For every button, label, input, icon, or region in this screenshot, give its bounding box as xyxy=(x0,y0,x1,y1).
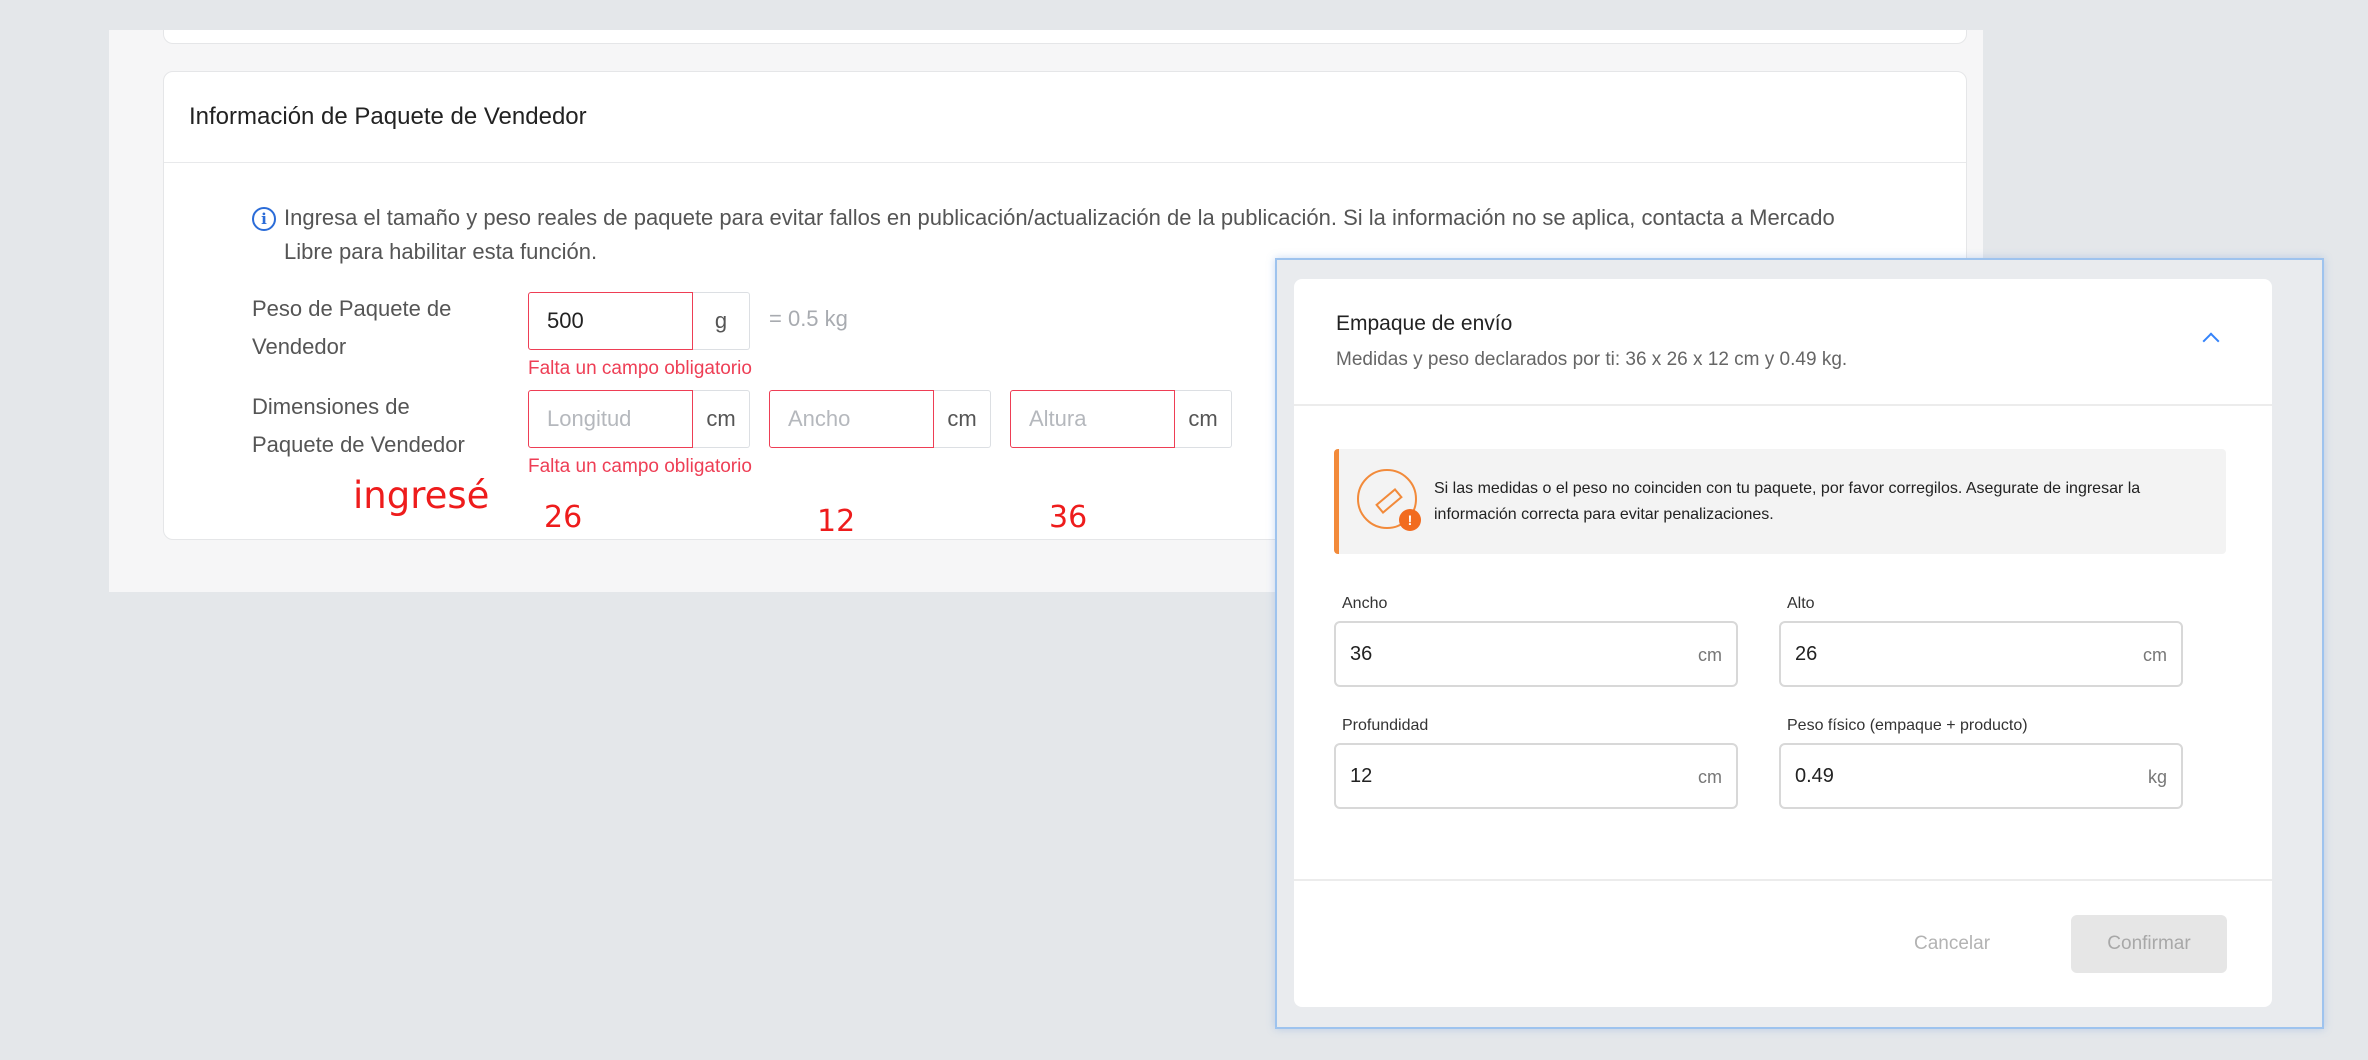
weight-input[interactable]: 500 xyxy=(528,292,693,350)
modal-height-field[interactable]: 26 cm xyxy=(1779,621,2183,687)
modal-depth-value[interactable]: 12 xyxy=(1350,765,1372,788)
confirm-button[interactable]: Confirmar xyxy=(2071,915,2227,973)
cancel-button[interactable]: Cancelar xyxy=(1914,933,1990,955)
modal-footer: Cancelar Confirmar xyxy=(1294,879,2272,1007)
height-input[interactable]: Altura xyxy=(1010,390,1175,448)
annotation-length-value: 26 xyxy=(544,500,583,535)
modal-width-value[interactable]: 36 xyxy=(1350,643,1372,666)
modal-height-label: Alto xyxy=(1787,595,1821,613)
card-header: Información de Paquete de Vendedor xyxy=(164,72,1966,163)
previous-section-card xyxy=(163,30,1967,44)
annotation-entered: ingresé xyxy=(353,474,490,517)
modal-height-unit: cm xyxy=(2143,645,2167,665)
warning-alert: ! Si las medidas o el peso no coinciden … xyxy=(1334,449,2226,554)
height-unit: cm xyxy=(1175,390,1232,448)
modal-weight-label: Peso físico (empaque + producto) xyxy=(1787,717,2034,735)
weight-conversion: = 0.5 kg xyxy=(769,306,848,331)
modal-title: Empaque de envío xyxy=(1336,312,1513,335)
shipping-package-modal: Empaque de envío Medidas y peso declarad… xyxy=(1294,279,2272,1007)
modal-depth-unit: cm xyxy=(1698,767,1722,787)
modal-width-field[interactable]: 36 cm xyxy=(1334,621,1738,687)
modal-depth-label: Profundidad xyxy=(1342,717,1435,735)
length-unit: cm xyxy=(693,390,750,448)
length-field[interactable]: Longitud cm xyxy=(528,390,750,448)
warning-alert-text: Si las medidas o el peso no coinciden co… xyxy=(1434,480,2141,523)
width-field[interactable]: Ancho cm xyxy=(769,390,991,448)
width-unit: cm xyxy=(934,390,991,448)
modal-width-label: Ancho xyxy=(1342,595,1394,613)
height-field[interactable]: Altura cm xyxy=(1010,390,1232,448)
modal-weight-value[interactable]: 0.49 xyxy=(1795,765,1834,788)
modal-subtitle: Medidas y peso declarados por ti: 36 x 2… xyxy=(1336,349,1848,370)
modal-weight-field[interactable]: 0.49 kg xyxy=(1779,743,2183,809)
length-input[interactable]: Longitud xyxy=(528,390,693,448)
weight-field[interactable]: 500 g xyxy=(528,292,750,350)
weight-error: Falta un campo obligatorio xyxy=(528,358,752,379)
annotation-height-value: 36 xyxy=(1049,500,1088,535)
info-icon: i xyxy=(252,207,276,231)
weight-label: Peso de Paquete de Vendedor xyxy=(252,296,452,359)
modal-width-unit: cm xyxy=(1698,645,1722,665)
modal-depth-field[interactable]: 12 cm xyxy=(1334,743,1738,809)
modal-height-value[interactable]: 26 xyxy=(1795,643,1817,666)
shipping-package-window: Empaque de envío Medidas y peso declarad… xyxy=(1275,258,2324,1029)
ruler-warning-icon: ! xyxy=(1357,469,1421,531)
modal-header[interactable]: Empaque de envío Medidas y peso declarad… xyxy=(1294,279,2272,406)
annotation-width-value: 12 xyxy=(817,504,856,539)
modal-weight-unit: kg xyxy=(2147,767,2167,787)
width-input[interactable]: Ancho xyxy=(769,390,934,448)
weight-unit: g xyxy=(693,292,750,350)
dimensions-label: Dimensiones de Paquete de Vendedor xyxy=(252,394,465,457)
card-title: Información de Paquete de Vendedor xyxy=(189,103,587,130)
chevron-up-icon[interactable] xyxy=(2202,332,2220,350)
info-notice-text: Ingresa el tamaño y peso reales de paque… xyxy=(284,205,1835,264)
dimensions-error: Falta un campo obligatorio xyxy=(528,456,752,477)
